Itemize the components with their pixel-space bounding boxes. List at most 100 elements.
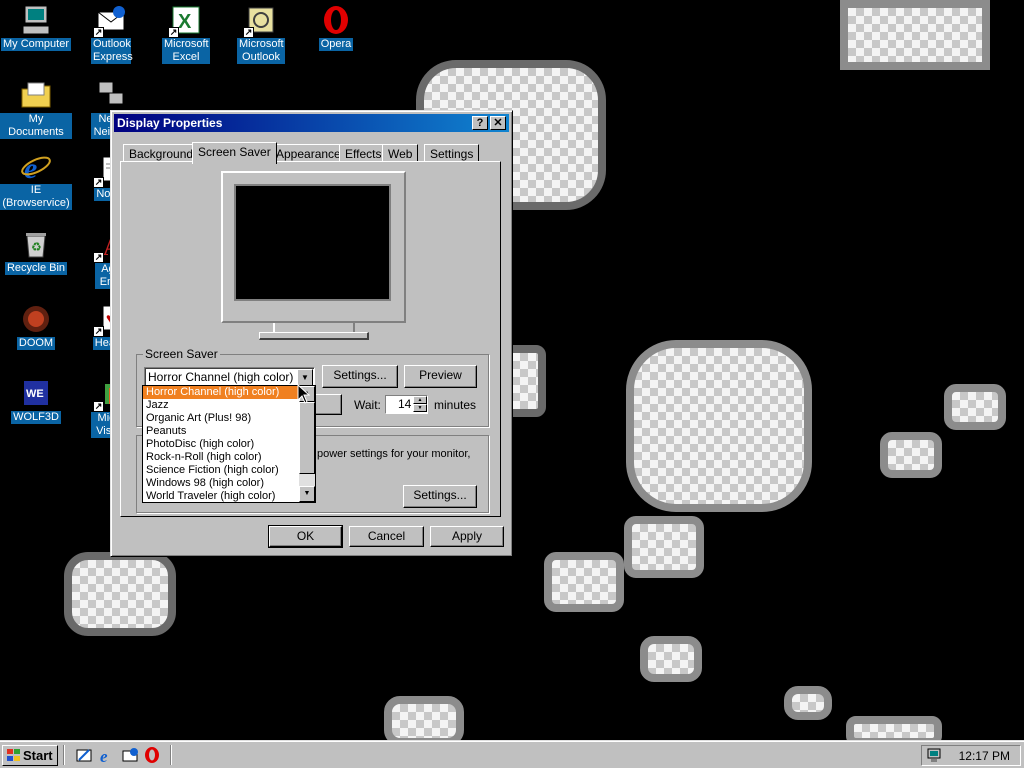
desktop-icon-ie[interactable]: e IE (Browservice): [0, 150, 72, 210]
desktop-icon-doom[interactable]: DOOM: [0, 303, 72, 350]
desktop-icon-opera[interactable]: Opera: [300, 4, 372, 51]
help-button[interactable]: ?: [472, 116, 488, 130]
desktop-icon-label: Recycle Bin: [4, 262, 68, 275]
desktop-icon-my-computer[interactable]: My Computer: [0, 4, 72, 51]
taskbar: Start e 12:17 PM: [0, 740, 1024, 768]
doom-icon: [20, 303, 52, 335]
scroll-thumb[interactable]: [299, 402, 315, 474]
desktop-icon-wolf3d[interactable]: WE WOLF3D: [0, 377, 72, 424]
desktop-icon-label: My Documents: [0, 113, 72, 139]
wait-value: 14: [398, 397, 412, 411]
preview-button[interactable]: Preview: [404, 365, 477, 388]
tab-effects[interactable]: Effects: [339, 144, 388, 162]
clock[interactable]: 12:17 PM: [959, 749, 1010, 763]
screen-saver-dropdown-list[interactable]: Horror Channel (high color) Jazz Organic…: [142, 385, 316, 503]
close-button[interactable]: ✕: [490, 116, 506, 130]
svg-text:e: e: [100, 747, 108, 764]
mouse-cursor-icon: [297, 384, 311, 404]
desktop-icon-label: Microsoft Outlook: [237, 38, 285, 64]
desktop-icon-label: Outlook Express: [91, 38, 133, 64]
desktop-icon-label: Microsoft Excel: [162, 38, 210, 64]
wallpaper-bubble: [880, 432, 942, 478]
desktop-icon-label: IE (Browservice): [0, 184, 72, 210]
start-label: Start: [23, 748, 53, 763]
desktop-icon-label: WOLF3D: [11, 411, 61, 424]
scroll-down-icon[interactable]: ▼: [299, 486, 315, 502]
monitor-base: [259, 332, 369, 340]
energy-saving-text: power settings for your monitor,: [317, 448, 471, 460]
wallpaper-bubble: [840, 0, 990, 70]
desktop-icon-label: My Computer: [0, 38, 72, 51]
desktop-icon-outlook-express[interactable]: ↗ Outlook Express: [75, 4, 147, 64]
energy-settings-button[interactable]: Settings...: [403, 485, 477, 508]
list-item[interactable]: Organic Art (Plus! 98): [143, 412, 300, 425]
desktop-icon-outlook[interactable]: ↗ Microsoft Outlook: [225, 4, 297, 64]
desktop-icon-label: DOOM: [16, 337, 56, 350]
wallpaper-bubble: [384, 696, 464, 740]
wallpaper-bubble: [944, 384, 1006, 430]
show-desktop-icon[interactable]: [75, 746, 93, 764]
start-button[interactable]: Start: [2, 745, 58, 766]
desktop-icon-recycle-bin[interactable]: ♻ Recycle Bin: [0, 228, 72, 275]
my-computer-icon: [20, 4, 52, 36]
wallpaper-bubble: [784, 686, 832, 720]
desktop-icon-label: Opera: [318, 38, 354, 51]
list-item[interactable]: Science Fiction (high color): [143, 464, 300, 477]
monitor-preview: [221, 171, 406, 323]
wait-minutes-input[interactable]: 14 ▲ ▼: [385, 395, 428, 414]
tab-appearance[interactable]: Appearance: [270, 144, 347, 162]
wallpaper-bubble: [544, 552, 624, 612]
wallpaper-bubble: [626, 340, 812, 512]
outlook-express-icon[interactable]: [121, 746, 139, 764]
password-change-button[interactable]: [315, 394, 342, 415]
screen-saver-settings-button[interactable]: Settings...: [322, 365, 398, 388]
desktop-icon-my-documents[interactable]: My Documents: [0, 79, 72, 139]
recycle-bin-icon: ♻: [20, 228, 52, 260]
screen-saver-selected: Horror Channel (high color): [148, 370, 294, 384]
wallpaper-bubble: [846, 716, 942, 740]
outlook-express-icon: ↗: [93, 4, 127, 38]
internet-explorer-icon: e: [20, 150, 52, 185]
display-settings-icon[interactable]: [926, 747, 944, 764]
svg-text:X: X: [178, 11, 192, 33]
spin-down-icon[interactable]: ▼: [413, 404, 427, 412]
screen-saver-group-label: Screen Saver: [143, 347, 220, 361]
wait-stepper[interactable]: ▲ ▼: [413, 396, 427, 413]
monitor-screen: [234, 184, 391, 301]
taskbar-separator: [63, 745, 65, 765]
ok-button[interactable]: OK: [268, 525, 343, 548]
cancel-button[interactable]: Cancel: [349, 526, 424, 547]
tab-screen-saver[interactable]: Screen Saver: [192, 142, 277, 164]
list-item[interactable]: Jazz: [143, 399, 300, 412]
wallpaper-bubble: [640, 636, 702, 682]
window-title: Display Properties: [117, 116, 223, 130]
list-item[interactable]: Peanuts: [143, 425, 300, 438]
system-tray: 12:17 PM: [921, 745, 1021, 766]
taskbar-separator: [170, 745, 172, 765]
excel-icon: X ↗: [168, 4, 202, 38]
list-item-selected[interactable]: Horror Channel (high color): [143, 386, 300, 399]
wolf3d-icon: WE: [20, 377, 52, 409]
network-neighborhood-icon: [95, 79, 127, 111]
spin-up-icon[interactable]: ▲: [413, 396, 427, 404]
svg-text:e: e: [24, 152, 37, 182]
list-item[interactable]: PhotoDisc (high color): [143, 438, 300, 451]
list-item[interactable]: World Traveler (high color): [143, 490, 300, 502]
title-bar[interactable]: Display Properties ? ✕: [114, 114, 509, 132]
tab-settings[interactable]: Settings: [424, 144, 480, 162]
svg-text:WE: WE: [26, 388, 44, 400]
opera-icon: [320, 4, 352, 36]
list-item[interactable]: Rock-n-Roll (high color): [143, 451, 300, 464]
wait-unit-label: minutes: [434, 398, 477, 412]
tab-background[interactable]: Background: [123, 144, 200, 162]
internet-explorer-icon[interactable]: e: [98, 746, 116, 764]
svg-text:♻: ♻: [31, 240, 42, 254]
wallpaper-bubble: [64, 552, 176, 636]
apply-button[interactable]: Apply: [430, 526, 504, 547]
opera-icon[interactable]: [143, 746, 161, 764]
windows-logo-icon: [7, 749, 21, 762]
list-item[interactable]: Windows 98 (high color): [143, 477, 300, 490]
tab-web[interactable]: Web: [382, 144, 419, 162]
desktop-icon-excel[interactable]: X ↗ Microsoft Excel: [150, 4, 222, 64]
my-documents-icon: [20, 79, 52, 111]
